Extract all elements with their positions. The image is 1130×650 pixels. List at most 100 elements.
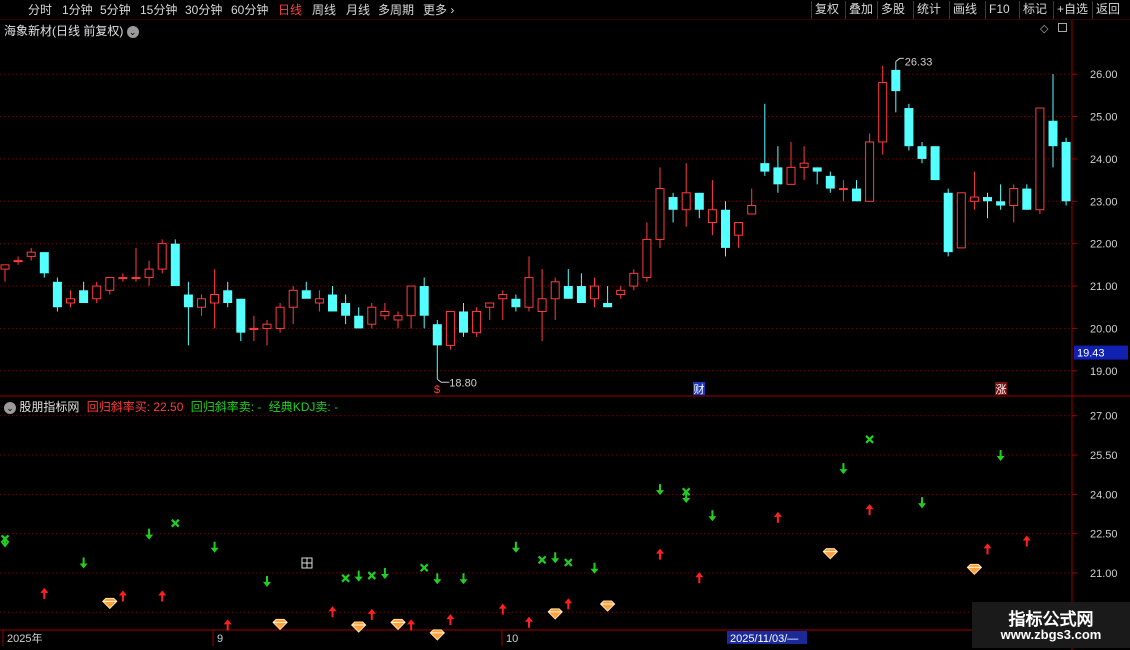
low-pointer <box>437 378 450 383</box>
high-label: 26.33 <box>905 56 933 68</box>
stock-title: 海象新材(日线 前复权) <box>4 24 124 38</box>
buy-arrow <box>865 504 874 516</box>
indicator-name: 股朋指标网 <box>19 400 80 414</box>
period-tab-6[interactable]: 日线 <box>278 2 302 18</box>
label-kdj: 经典KDJ卖: - <box>268 400 339 414</box>
cursor-box <box>301 557 313 569</box>
sell-arrow <box>839 463 848 475</box>
diamond-marker <box>272 618 288 631</box>
buy-arrow <box>407 619 416 631</box>
chart-canvas[interactable]: 26.00 25.00 24.00 23.00 22.00 21.00 20.00 19.00… <box>0 0 1130 650</box>
toolbar-button-6[interactable]: 标记 <box>1019 1 1050 19</box>
event-marker-bg <box>693 382 705 395</box>
label-sell: 回归斜率卖: - <box>190 400 262 414</box>
indicator-axis-label: 25.50 <box>1090 450 1118 462</box>
date-label: 10 <box>506 633 518 645</box>
candle-body <box>1009 188 1019 207</box>
price-axis-label: 19.00 <box>1090 366 1118 378</box>
diamond-marker <box>966 563 983 576</box>
candle-body <box>550 281 560 300</box>
candle-body <box>328 294 337 312</box>
candle-body <box>668 197 678 210</box>
candle-body <box>445 310 455 346</box>
buy-arrow <box>564 598 573 610</box>
toolbar-button-3[interactable]: 统计 <box>913 1 944 19</box>
candle-body <box>576 286 586 303</box>
period-tab-5[interactable]: 60分钟 <box>231 2 268 18</box>
sell-arrow <box>708 510 717 522</box>
low-label: 18.80 <box>449 377 477 389</box>
period-tab-2[interactable]: 5分钟 <box>100 2 131 18</box>
main-panel-title: 海象新材(日线 前复权) ⌄ <box>4 22 139 39</box>
buy-arrow <box>328 606 337 618</box>
candle-body <box>236 298 246 333</box>
buy-arrow <box>158 590 167 602</box>
candle-body <box>354 315 364 329</box>
period-tab-8[interactable]: 月线 <box>346 2 370 18</box>
toolbar-button-2[interactable]: 多股 <box>877 1 908 19</box>
indicator-panel-title: ⌄ 股朋指标网 回归斜率买: 22.50 回归斜率卖: - 经典KDJ卖: - <box>4 398 338 415</box>
event-marker-bg <box>995 382 1007 395</box>
candle-body <box>563 286 573 299</box>
candle-body <box>603 303 613 308</box>
period-tab-9[interactable]: 多周期 <box>378 2 414 18</box>
candle-body <box>838 188 848 191</box>
kdj-cross <box>0 534 10 544</box>
candle-body <box>537 298 547 312</box>
toolbar-button-8[interactable]: 返回 <box>1092 1 1123 19</box>
sell-arrow <box>918 497 926 509</box>
kdj-cross <box>367 571 377 580</box>
diamond-toggle-icon[interactable]: ◇ <box>1040 23 1048 35</box>
buy-arrow <box>656 548 664 560</box>
candle-body <box>13 260 23 263</box>
candle-body <box>301 290 311 299</box>
event-marker: 涨 <box>996 383 1007 396</box>
sell-arrow <box>682 491 691 503</box>
cursor-cross <box>302 558 312 568</box>
buy-arrow <box>446 614 455 626</box>
price-axis-label: 22.00 <box>1090 239 1118 251</box>
candle-body <box>432 324 442 346</box>
period-tab-3[interactable]: 15分钟 <box>140 2 177 18</box>
diamond-marker <box>599 600 616 612</box>
toolbar-button-0[interactable]: 复权 <box>811 1 842 19</box>
candle-body <box>406 285 416 317</box>
sell-arrow <box>590 562 599 574</box>
diamond-marker <box>102 597 118 610</box>
toolbar-button-5[interactable]: F10 <box>985 1 1013 19</box>
price-axis-label: 20.00 <box>1090 323 1118 335</box>
toolbar-button-7[interactable]: +自选 <box>1053 1 1091 19</box>
candle-body <box>799 162 809 168</box>
candle-body <box>197 298 206 308</box>
candle-body <box>472 310 482 334</box>
label-buy: 回归斜率买: 22.50 <box>86 400 184 414</box>
period-tab-7[interactable]: 周线 <box>312 2 336 18</box>
candle-body <box>0 264 10 270</box>
candle-body <box>314 298 324 304</box>
period-tab-1[interactable]: 1分钟 <box>62 2 93 18</box>
period-tab-4[interactable]: 30分钟 <box>185 2 222 18</box>
indicator-axis-label: 22.50 <box>1090 529 1118 541</box>
chevron-down-icon[interactable]: ⌄ <box>126 25 139 38</box>
maximize-icon[interactable] <box>1057 23 1067 32</box>
candle-body <box>459 311 468 333</box>
candle-body <box>52 281 62 308</box>
kdj-cross <box>171 518 180 528</box>
candle-body <box>969 196 979 202</box>
sell-arrow <box>145 528 154 540</box>
period-tab-0[interactable]: 分时 <box>28 2 52 18</box>
candle-body <box>118 277 128 280</box>
kdj-cross <box>865 435 874 444</box>
toolbar-button-4[interactable]: 画线 <box>949 1 980 19</box>
candle-body <box>79 290 89 303</box>
toolbar-button-1[interactable]: 叠加 <box>845 1 876 19</box>
candle-body <box>734 221 744 236</box>
sell-arrow <box>656 484 664 496</box>
candle-body <box>393 315 403 321</box>
date-label: 2025年 <box>7 631 42 645</box>
candle-body <box>681 192 691 211</box>
kdj-cross <box>341 573 350 583</box>
more-periods-button[interactable]: 更多 › <box>423 2 454 18</box>
chevron-down-icon[interactable]: ⌄ <box>4 401 16 414</box>
candle-body <box>996 201 1006 206</box>
